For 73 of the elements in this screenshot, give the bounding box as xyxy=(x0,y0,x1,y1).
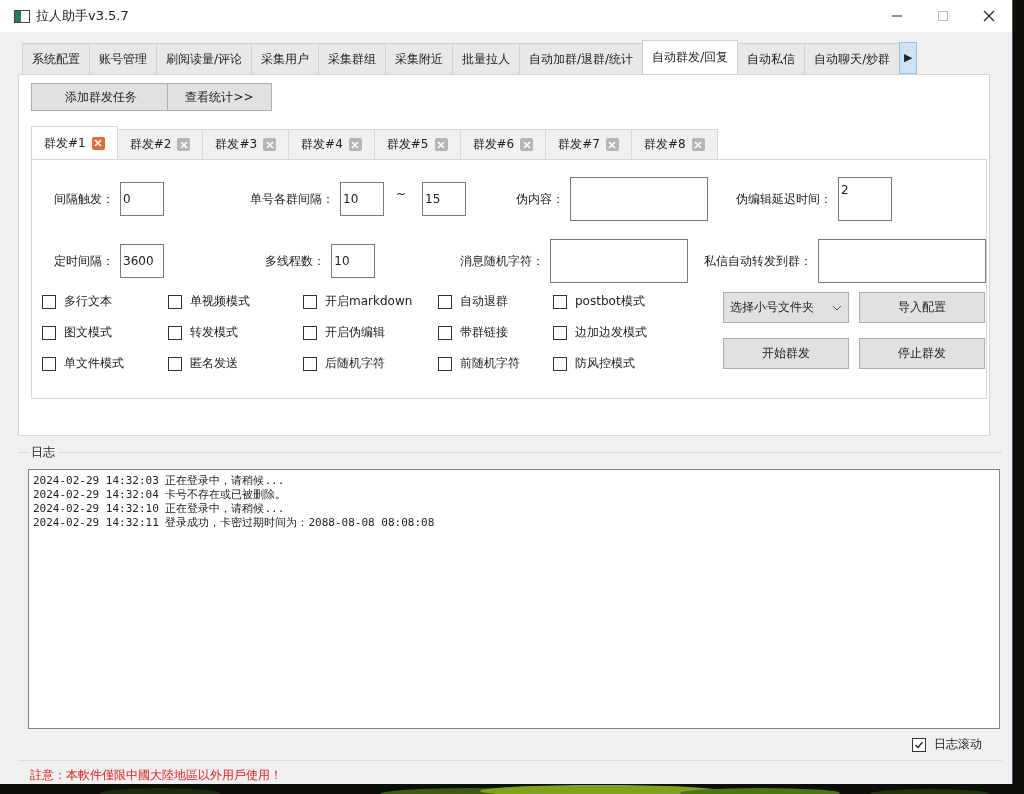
caret-icon xyxy=(832,304,842,311)
checkbox[interactable]: 单文件模式 xyxy=(42,354,168,373)
field-label: 单号各群间隔： xyxy=(249,190,335,208)
checkbox[interactable]: postbot模式 xyxy=(553,292,703,311)
tab[interactable]: 采集群组 xyxy=(318,43,387,74)
checkbox[interactable]: 开启伪编辑 xyxy=(303,323,438,342)
toolbar-button[interactable]: 添加群发任务 xyxy=(31,83,170,111)
tab[interactable]: 采集附近 xyxy=(385,43,454,74)
action-button[interactable]: 导入配置 xyxy=(859,292,985,323)
task-tab[interactable]: 群发#8 xyxy=(630,129,718,159)
scroll-right-button[interactable]: ▶ xyxy=(899,42,918,74)
tab[interactable]: 自动聊天/炒群 xyxy=(804,43,901,74)
tab[interactable]: 刷阅读量/评论 xyxy=(156,43,253,74)
tab[interactable]: 批量拉人 xyxy=(452,43,521,74)
log-line: 2024-02-29 14:32:10 正在登录中，请稍候... xyxy=(33,502,286,516)
input-field[interactable]: 3600 xyxy=(120,244,164,278)
checkbox[interactable]: 转发模式 xyxy=(168,323,303,342)
checkbox[interactable]: 单视频模式 xyxy=(168,292,303,311)
tab[interactable]: 自动加群/退群/统计 xyxy=(519,43,644,74)
checkbox[interactable]: 开启markdown xyxy=(303,292,438,311)
field-label: 定时间隔： xyxy=(53,252,115,270)
log-line: 2024-02-29 14:32:03 正在登录中，请稍候... xyxy=(33,474,286,488)
task-tab[interactable]: 群发#7 xyxy=(545,129,632,159)
checkbox[interactable]: 匿名发送 xyxy=(168,354,303,373)
minimize-icon[interactable] xyxy=(892,15,902,17)
folder-dropdown[interactable]: 选择小号文件夹 xyxy=(723,292,849,323)
input-field[interactable] xyxy=(818,239,986,283)
input-field[interactable] xyxy=(570,177,708,221)
task-tab[interactable]: 群发#6 xyxy=(459,129,547,159)
input-field[interactable]: 10 xyxy=(340,182,384,216)
checkbox[interactable]: 边加边发模式 xyxy=(553,323,703,342)
field-label: 多线程数： xyxy=(264,252,327,270)
input-field[interactable]: 10 xyxy=(331,244,376,278)
checkbox[interactable]: 后随机字符 xyxy=(303,354,438,373)
field-label: 伪编辑延迟时间： xyxy=(735,190,833,208)
checkbox[interactable]: 防风控模式 xyxy=(553,354,703,373)
app-icon xyxy=(14,9,30,23)
field-label: 间隔触发： xyxy=(53,190,115,208)
action-button[interactable]: 开始群发 xyxy=(723,338,849,369)
checkbox[interactable]: 带群链接 xyxy=(438,323,553,342)
field-label: 消息随机字符： xyxy=(459,252,545,270)
input-field[interactable]: 2 xyxy=(838,177,892,221)
group-title: 日志 xyxy=(28,444,58,461)
tab[interactable]: 采集用户 xyxy=(251,43,320,74)
range-separator: ~ xyxy=(396,187,407,201)
tab[interactable]: 自动私信 xyxy=(737,43,806,74)
task-tab[interactable]: 群发#3 xyxy=(202,129,290,159)
task-tab[interactable]: 群发#4 xyxy=(288,129,375,159)
task-tab[interactable]: 群发#1 xyxy=(31,126,118,159)
field-label: 私信自动转发到群： xyxy=(703,252,813,270)
checkbox[interactable]: 图文模式 xyxy=(42,323,168,342)
log-line: 2024-02-29 14:32:04 卡号不存在或已被删除。 xyxy=(33,488,288,502)
close-icon[interactable] xyxy=(983,10,995,22)
checkbox[interactable]: 自动退群 xyxy=(438,292,553,311)
tab[interactable]: 系统配置 xyxy=(22,43,90,74)
checkmark-icon xyxy=(914,739,924,750)
tab[interactable]: 账号管理 xyxy=(89,43,157,74)
maximize-icon[interactable] xyxy=(938,11,948,21)
checkbox[interactable]: 前随机字符 xyxy=(438,354,553,373)
action-button[interactable]: 停止群发 xyxy=(859,338,985,369)
notice-text: 註意：本軟件僅限中國大陸地區以外用戶使用！ xyxy=(18,760,1002,784)
log-line: 2024-02-29 14:32:11 登录成功，卡密过期时间为：2088-08-08 08:08:08 xyxy=(33,516,436,530)
input-field[interactable]: 15 xyxy=(422,182,467,216)
input-field[interactable] xyxy=(550,239,688,283)
field-label: 伪内容： xyxy=(515,190,565,208)
tab[interactable]: 自动群发/回复 xyxy=(642,40,739,74)
toolbar-button[interactable]: 查看统计>> xyxy=(167,83,272,111)
checkbox[interactable]: 日志滚动 xyxy=(912,735,982,754)
input-field[interactable]: 0 xyxy=(120,182,164,216)
task-tab[interactable]: 群发#2 xyxy=(116,129,204,159)
window-title: 拉人助手v3.5.7 xyxy=(36,7,129,25)
checkbox[interactable]: 多行文本 xyxy=(42,292,168,311)
task-tab[interactable]: 群发#5 xyxy=(373,129,461,159)
